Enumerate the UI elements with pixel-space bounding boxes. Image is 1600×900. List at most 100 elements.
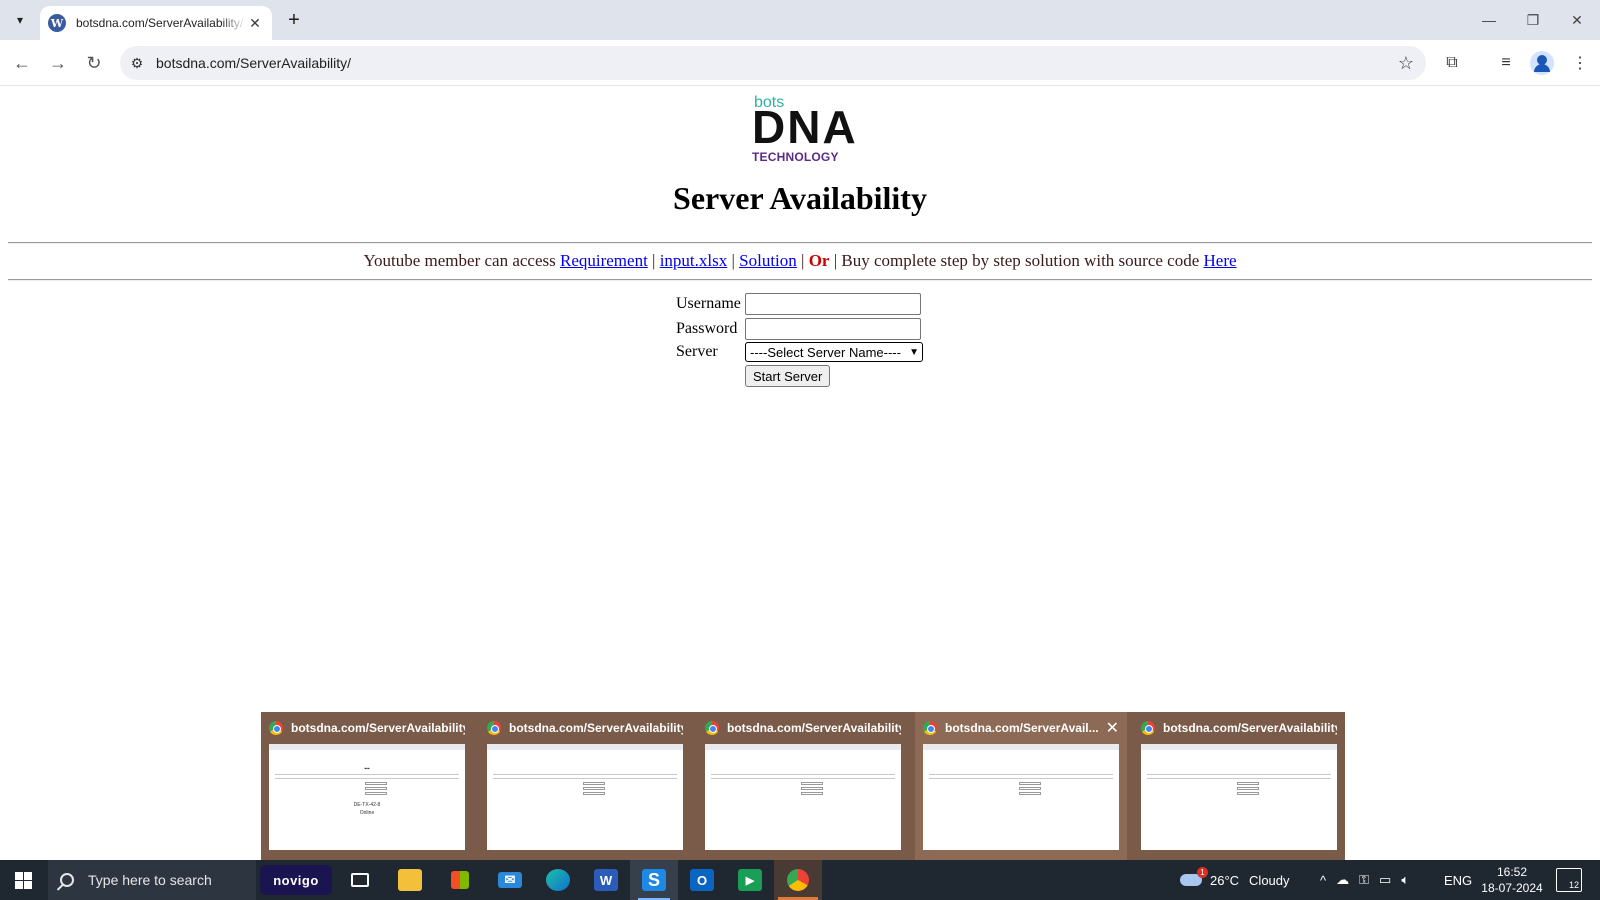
tab-strip: ▾ W botsdna.com/ServerAvailability/ ✕ + … bbox=[0, 0, 1600, 40]
info-prefix: Youtube member can access bbox=[363, 251, 556, 270]
new-tab-button[interactable]: + bbox=[282, 8, 306, 32]
bookmark-star-icon[interactable]: ☆ bbox=[1398, 53, 1414, 74]
restore-button[interactable]: ❐ bbox=[1518, 8, 1548, 32]
address-bar[interactable]: ⚙ botsdna.com/ServerAvailability/ ☆ bbox=[120, 46, 1426, 80]
taskbar: Type here to search novigo ✉ W S O ▶ 1 2… bbox=[0, 860, 1600, 900]
file-explorer-button[interactable] bbox=[386, 860, 434, 900]
logo-technology-text: TECHNOLOGY bbox=[752, 150, 839, 164]
folder-icon bbox=[398, 869, 422, 891]
edge-button[interactable] bbox=[534, 860, 582, 900]
preview-header: botsdna.com/ServerAvailability... bbox=[705, 720, 901, 736]
forward-button[interactable]: → bbox=[44, 49, 72, 77]
separator: | bbox=[833, 251, 838, 270]
window-preview[interactable]: botsdna.com/ServerAvail... ✕ bbox=[915, 712, 1127, 860]
windows-logo-icon bbox=[14, 871, 32, 889]
close-tab-icon[interactable]: ✕ bbox=[246, 15, 264, 32]
clock-date: 18-07-2024 bbox=[1481, 881, 1543, 895]
search-icon bbox=[60, 873, 74, 887]
back-button[interactable]: ← bbox=[8, 49, 36, 77]
password-input[interactable] bbox=[745, 318, 921, 340]
divider-top bbox=[8, 242, 1592, 244]
server-select-value: ----Select Server Name---- bbox=[750, 344, 901, 360]
mail-icon: ✉ bbox=[498, 872, 522, 888]
window-preview[interactable]: botsdna.com/ServerAvailability... bbox=[1133, 712, 1345, 860]
app-s-icon: S bbox=[642, 869, 666, 891]
tab-search-button[interactable]: ▾ bbox=[8, 8, 32, 32]
novigo-widget[interactable]: novigo bbox=[260, 865, 332, 895]
clock[interactable]: 16:52 18-07-2024 bbox=[1480, 864, 1544, 896]
site-info-icon[interactable]: ⚙ bbox=[120, 46, 154, 80]
preview-thumbnail bbox=[1141, 744, 1337, 850]
reload-button[interactable]: ↻ bbox=[80, 49, 108, 77]
preview-title: botsdna.com/ServerAvailability... bbox=[509, 721, 683, 735]
menu-kebab-icon[interactable]: ⋮ bbox=[1566, 49, 1594, 77]
volume-icon[interactable]: 🔈︎ bbox=[1401, 872, 1409, 888]
media-player-button[interactable]: ▶ bbox=[726, 860, 774, 900]
taskbar-search[interactable]: Type here to search bbox=[48, 860, 256, 900]
close-window-button[interactable]: ✕ bbox=[1562, 8, 1592, 32]
task-view-icon bbox=[351, 873, 369, 887]
system-tray: ^ ☁ ⚿ ▭ 🔈︎ bbox=[1320, 860, 1409, 900]
chrome-taskbar-button[interactable] bbox=[774, 860, 822, 900]
start-button[interactable] bbox=[0, 860, 46, 900]
search-placeholder: Type here to search bbox=[88, 872, 212, 888]
separator: | bbox=[652, 251, 656, 270]
chrome-icon bbox=[269, 721, 283, 735]
url-text[interactable]: botsdna.com/ServerAvailability/ bbox=[156, 55, 351, 71]
preview-thumbnail bbox=[487, 744, 683, 850]
weather-widget[interactable]: 1 26°C Cloudy bbox=[1180, 860, 1290, 900]
network-icon[interactable]: ▭ bbox=[1379, 872, 1391, 888]
media-control-icon[interactable]: ≡ bbox=[1492, 49, 1520, 77]
taskbar-preview-popup: botsdna.com/ServerAvailability... ▪▪▪ DE… bbox=[261, 712, 1345, 860]
or-text: Or bbox=[808, 251, 830, 270]
minimize-button[interactable]: — bbox=[1474, 8, 1504, 32]
botsdna-logo: bots DNA TECHNOLOGY bbox=[752, 94, 856, 166]
tab-title: botsdna.com/ServerAvailability/ bbox=[76, 16, 244, 30]
requirement-link[interactable]: Requirement bbox=[560, 251, 648, 270]
logo-dna-text: DNA bbox=[752, 101, 858, 153]
mail-button[interactable]: ✉ bbox=[486, 860, 534, 900]
language-indicator[interactable]: ENG bbox=[1444, 860, 1472, 900]
preview-server-status: Online bbox=[359, 810, 375, 816]
chrome-icon bbox=[487, 721, 501, 735]
chevron-up-icon[interactable]: ^ bbox=[1320, 873, 1326, 888]
preview-header: botsdna.com/ServerAvail... ✕ bbox=[923, 718, 1119, 738]
chrome-icon bbox=[923, 721, 937, 735]
solution-link[interactable]: Solution bbox=[739, 251, 797, 270]
divider-bottom bbox=[8, 279, 1592, 281]
input-xlsx-link[interactable]: input.xlsx bbox=[660, 251, 728, 270]
window-preview[interactable]: botsdna.com/ServerAvailability... bbox=[697, 712, 909, 860]
preview-thumbnail bbox=[705, 744, 901, 850]
notification-count: 12 bbox=[1568, 880, 1579, 890]
separator: | bbox=[801, 251, 805, 270]
separator: | bbox=[731, 251, 735, 270]
browser-toolbar: ← → ↻ ⚙ botsdna.com/ServerAvailability/ … bbox=[0, 40, 1600, 86]
active-tab[interactable]: W botsdna.com/ServerAvailability/ ✕ bbox=[40, 6, 272, 40]
play-icon: ▶ bbox=[738, 869, 762, 891]
preview-header: botsdna.com/ServerAvailability... bbox=[1141, 720, 1337, 736]
word-icon: W bbox=[594, 869, 618, 891]
username-label: Username bbox=[676, 295, 741, 312]
here-link[interactable]: Here bbox=[1204, 251, 1237, 270]
preview-title: botsdna.com/ServerAvailability... bbox=[727, 721, 901, 735]
chevron-down-icon: ▼ bbox=[909, 346, 919, 358]
word-button[interactable]: W bbox=[582, 860, 630, 900]
username-input[interactable] bbox=[745, 293, 921, 315]
start-server-button[interactable]: Start Server bbox=[745, 365, 831, 387]
task-view-button[interactable] bbox=[336, 860, 384, 900]
onedrive-icon[interactable]: ☁ bbox=[1336, 872, 1349, 888]
weather-badge: 1 bbox=[1197, 867, 1208, 878]
close-preview-icon[interactable]: ✕ bbox=[1106, 718, 1119, 738]
weather-text: Cloudy bbox=[1249, 872, 1290, 888]
preview-thumbnail: ▪▪▪ DE-TX-42-8 Online bbox=[269, 744, 465, 850]
server-select[interactable]: ----Select Server Name---- ▼ bbox=[745, 342, 923, 362]
store-button[interactable] bbox=[436, 860, 484, 900]
app-s-button[interactable]: S bbox=[630, 860, 678, 900]
window-preview[interactable]: botsdna.com/ServerAvailability... bbox=[479, 712, 691, 860]
security-icon[interactable]: ⚿ bbox=[1359, 872, 1369, 888]
outlook-button[interactable]: O bbox=[678, 860, 726, 900]
extensions-icon[interactable]: ⧉ bbox=[1438, 49, 1466, 77]
profile-avatar[interactable] bbox=[1530, 51, 1554, 75]
window-preview[interactable]: botsdna.com/ServerAvailability... ▪▪▪ DE… bbox=[261, 712, 473, 860]
notifications-button[interactable]: 12 bbox=[1556, 868, 1582, 892]
